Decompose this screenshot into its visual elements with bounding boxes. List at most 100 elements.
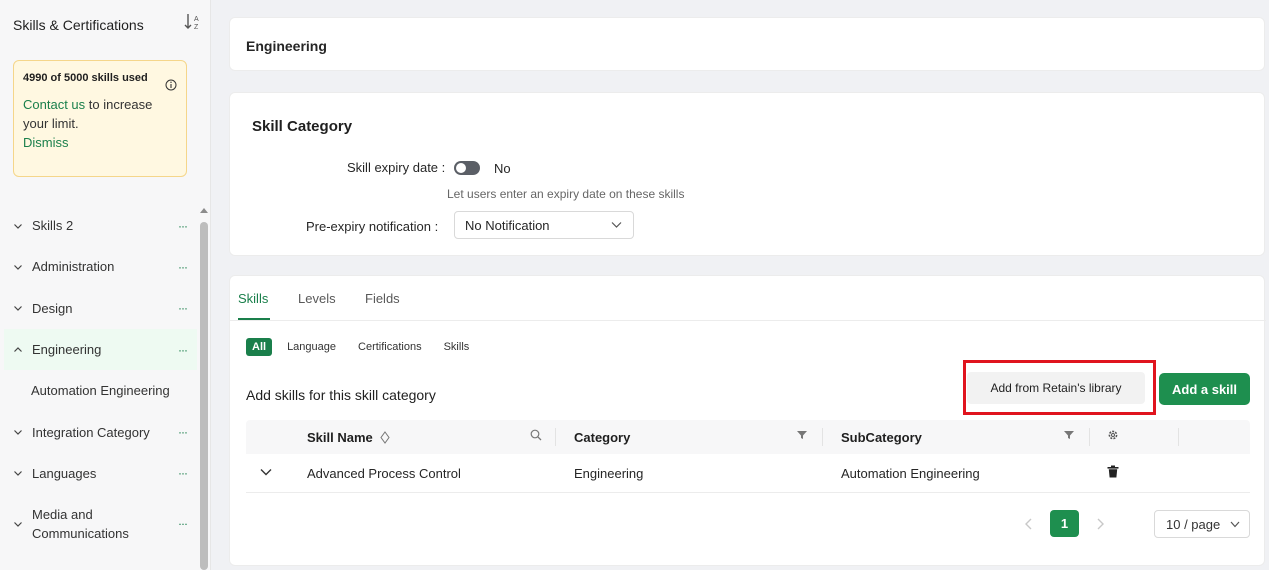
filter-skills[interactable]: Skills — [444, 341, 470, 353]
expiry-label-text: Skill expiry date — [347, 160, 439, 175]
active-tab-indicator — [238, 318, 270, 320]
quota-used-text: 4990 of 5000 skills used — [23, 72, 148, 84]
sidebar-item-engineering[interactable]: Engineering ··· — [4, 328, 197, 371]
chevron-down-icon — [14, 430, 22, 435]
chevron-up-icon — [14, 346, 22, 352]
chevron-down-icon — [611, 222, 622, 228]
chevron-down-icon[interactable] — [260, 468, 272, 476]
table-row[interactable]: Advanced Process Control Engineering Aut… — [246, 454, 1250, 493]
sidebar-scrollbar[interactable] — [200, 222, 208, 570]
expiry-hint: Let users enter an expiry date on these … — [447, 187, 685, 201]
tab-skills[interactable]: Skills — [238, 291, 268, 306]
more-icon[interactable]: ··· — [178, 260, 188, 274]
skills-table: Skill Name Category SubCategory Advanced… — [246, 420, 1250, 493]
notification-label-text: Pre-expiry notification — [306, 219, 431, 234]
more-icon[interactable]: ··· — [178, 343, 188, 357]
column-skill-name[interactable]: Skill Name — [307, 430, 391, 445]
quota-message: Contact us to increase your limit. Dismi… — [23, 95, 177, 152]
filter-icon[interactable] — [1063, 429, 1075, 441]
sidebar-item-label: Administration — [32, 259, 115, 275]
sidebar-item-administration[interactable]: Administration ··· — [4, 246, 197, 287]
column-divider — [1089, 428, 1090, 446]
chevron-right-icon[interactable] — [1095, 518, 1105, 530]
settings-title: Skill Category — [252, 118, 353, 135]
column-label: Skill Name — [307, 430, 373, 445]
category-nav: Skills 2 ··· Administration ··· Design ·… — [4, 205, 197, 554]
filter-certifications[interactable]: Certifications — [358, 341, 422, 353]
trash-icon[interactable] — [1107, 465, 1119, 478]
scroll-up-arrow-icon[interactable] — [200, 208, 208, 213]
more-icon[interactable]: ··· — [178, 466, 188, 480]
more-icon[interactable]: ··· — [178, 515, 188, 534]
skills-panel: Skills Levels Fields All Language Certif… — [229, 275, 1266, 566]
sidebar: Skills & Certifications A Z 4990 of 5000… — [0, 0, 211, 570]
table-header: Skill Name Category SubCategory — [246, 420, 1250, 454]
page-number[interactable]: 1 — [1050, 510, 1079, 537]
sort-icon[interactable] — [380, 431, 391, 444]
sort-az-icon[interactable]: A Z — [184, 12, 202, 32]
chevron-down-icon — [14, 306, 22, 312]
notification-select[interactable]: No Notification — [454, 211, 634, 239]
page-size-select[interactable]: 10 / page — [1154, 510, 1250, 538]
sidebar-item-label: Skills 2 — [32, 218, 74, 234]
sidebar-item-languages[interactable]: Languages ··· — [4, 453, 197, 494]
filter-language[interactable]: Language — [287, 341, 336, 353]
sidebar-item-label: Languages — [32, 465, 97, 481]
add-skill-button[interactable]: Add a skill — [1159, 373, 1250, 405]
svg-text:A: A — [194, 16, 199, 23]
chevron-down-icon — [14, 522, 22, 527]
type-filter: All Language Certifications Skills — [246, 338, 491, 356]
chevron-down-icon — [14, 223, 22, 229]
sidebar-item-label: Integration Category — [32, 424, 150, 440]
sidebar-subitem-automation-engineering[interactable]: Automation Engineering — [4, 370, 197, 411]
tab-fields[interactable]: Fields — [365, 291, 400, 306]
column-divider — [555, 428, 556, 446]
tab-bar: Skills Levels Fields — [230, 276, 1266, 321]
skill-category-settings: Skill Category Skill expiry date : No Le… — [229, 92, 1265, 256]
pagination: 1 — [1024, 510, 1105, 537]
search-icon[interactable] — [530, 429, 542, 441]
cell-category: Engineering — [574, 466, 644, 481]
chevron-down-icon — [14, 471, 22, 477]
page-size-value: 10 / page — [1166, 516, 1221, 532]
info-icon — [165, 79, 177, 91]
sidebar-item-label: Engineering — [32, 342, 102, 358]
svg-text:Z: Z — [194, 24, 199, 31]
more-icon[interactable]: ··· — [178, 425, 188, 439]
expiry-toggle[interactable] — [454, 161, 480, 175]
column-divider — [822, 428, 823, 446]
column-subcategory[interactable]: SubCategory — [841, 430, 922, 445]
expiry-label: Skill expiry date : — [347, 160, 446, 175]
notification-selected-value: No Notification — [465, 217, 550, 233]
more-icon[interactable]: ··· — [178, 219, 188, 233]
gear-icon[interactable] — [1107, 429, 1119, 441]
expiry-toggle-value: No — [494, 161, 511, 176]
cell-subcategory: Automation Engineering — [841, 466, 980, 481]
tab-levels[interactable]: Levels — [298, 291, 336, 306]
filter-icon[interactable] — [796, 429, 808, 441]
sidebar-item-media-and-communications[interactable]: Media and Communications ··· — [4, 494, 197, 554]
highlight-box — [963, 360, 1156, 415]
column-category[interactable]: Category — [574, 430, 630, 445]
sidebar-item-integration-category[interactable]: Integration Category ··· — [4, 411, 197, 452]
column-divider — [1178, 428, 1179, 446]
sidebar-item-skills-2[interactable]: Skills 2 ··· — [4, 205, 197, 246]
contact-us-link[interactable]: Contact us — [23, 97, 85, 112]
skills-quota-banner: 4990 of 5000 skills used Contact us to i… — [13, 60, 187, 177]
sidebar-item-design[interactable]: Design ··· — [4, 288, 197, 329]
notification-label: Pre-expiry notification : — [306, 219, 439, 234]
sidebar-item-label: Design — [32, 300, 73, 316]
sidebar-item-label: Automation Engineering — [31, 383, 170, 399]
more-icon[interactable]: ··· — [178, 301, 188, 315]
filter-all[interactable]: All — [246, 338, 273, 356]
page-title: Engineering — [246, 38, 327, 54]
chevron-down-icon — [14, 265, 22, 270]
dismiss-link[interactable]: Dismiss — [23, 133, 177, 152]
chevron-down-icon — [1230, 521, 1240, 528]
category-header-card: Engineering — [229, 17, 1265, 71]
sidebar-item-label: Media and Communications — [32, 507, 129, 542]
cell-skill-name: Advanced Process Control — [307, 466, 461, 481]
sidebar-title: Skills & Certifications — [13, 17, 144, 33]
section-title: Add skills for this skill category — [246, 387, 436, 403]
chevron-left-icon[interactable] — [1024, 518, 1034, 530]
